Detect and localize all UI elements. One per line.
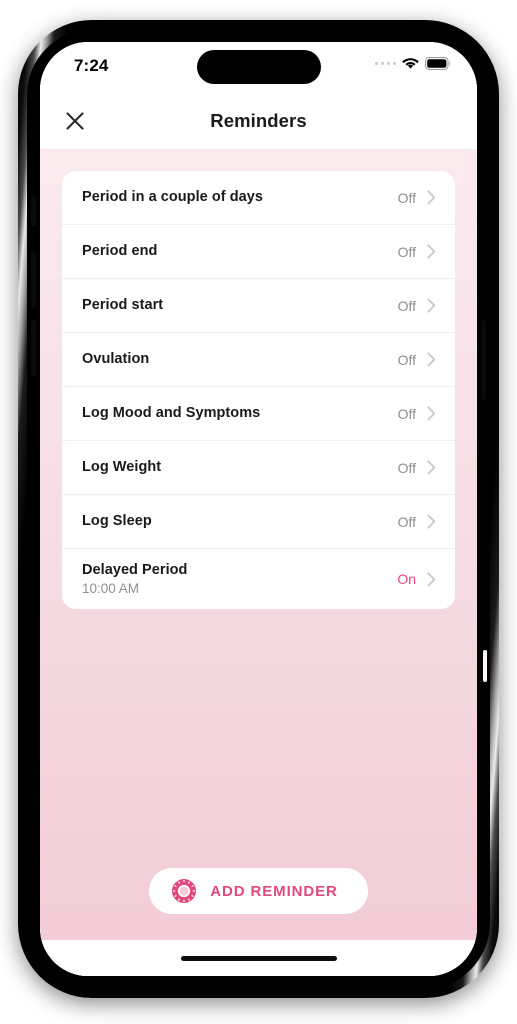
status-bar: 7:24 [40, 42, 477, 92]
add-reminder-area: ADD REMINDER [62, 868, 455, 940]
reminder-texts: Period in a couple of days [82, 188, 398, 206]
reminder-status: Off [397, 513, 416, 530]
status-bar-indicators [374, 57, 452, 70]
reminder-label: Log Weight [82, 459, 162, 476]
add-reminder-label: ADD REMINDER [210, 882, 338, 900]
reminder-right: Off [398, 190, 436, 206]
close-button[interactable] [56, 102, 94, 140]
reminder-row[interactable]: Period in a couple of days Off [62, 171, 455, 225]
reminder-status: Off [397, 189, 416, 206]
battery-full-icon [425, 57, 451, 70]
reminder-right: Off [398, 244, 436, 260]
home-indicator[interactable] [180, 955, 337, 961]
reminder-label: Log Sleep [82, 513, 152, 530]
chevron-right-icon [427, 571, 436, 587]
phone-frame: 7:24 Reminders Period in a couple of day… [18, 20, 499, 998]
reminder-texts: Delayed Period 10:00 AM [82, 561, 397, 598]
nav-bar: Reminders [40, 92, 477, 149]
reminder-label: Delayed Period [82, 561, 188, 578]
reminders-list: Period in a couple of days Off Period end O… [62, 171, 455, 609]
reminder-status: Off [397, 351, 416, 368]
reminder-label: Period start [82, 297, 164, 314]
reminder-label: Period in a couple of days [82, 189, 263, 206]
close-icon [66, 111, 84, 130]
reminder-row[interactable]: Log Weight Off [62, 441, 455, 495]
reminder-right: Off [398, 298, 436, 314]
volume-down-button[interactable] [31, 320, 36, 376]
reminder-texts: Period end [82, 242, 398, 260]
reminder-right: On [397, 571, 436, 587]
reminder-texts: Ovulation [82, 350, 398, 368]
volume-up-button[interactable] [31, 252, 36, 308]
chevron-right-icon [427, 460, 436, 475]
reminder-status: Off [397, 459, 416, 476]
reminder-status: Off [397, 243, 416, 260]
reminder-right: Off [398, 514, 436, 530]
reminder-texts: Log Sleep [82, 512, 398, 530]
chevron-right-icon [427, 298, 436, 313]
reminder-status: On [397, 571, 416, 587]
reminders-app: 7:24 Reminders Period in a couple of day… [40, 42, 477, 976]
reminder-status: Off [397, 297, 416, 314]
reminder-texts: Period start [82, 296, 398, 314]
signal-dots-icon [374, 61, 396, 66]
reminder-row[interactable]: Period start Off [62, 279, 455, 333]
chevron-right-icon [427, 244, 436, 259]
reminder-label: Ovulation [82, 351, 150, 368]
home-indicator-area [40, 940, 477, 976]
dynamic-island [196, 50, 321, 84]
reminder-row[interactable]: Period end Off [62, 225, 455, 279]
phone-screen: 7:24 Reminders Period in a couple of day… [40, 42, 477, 976]
reminder-texts: Log Weight [82, 458, 398, 476]
wifi-icon [402, 58, 419, 69]
chevron-right-icon [427, 352, 436, 367]
reminder-label: Log Mood and Symptoms [82, 405, 261, 422]
add-reminder-button[interactable]: ADD REMINDER [149, 868, 368, 914]
status-bar-time: 7:24 [74, 56, 109, 75]
reminder-texts: Log Mood and Symptoms [82, 404, 398, 422]
reminder-right: Off [398, 406, 436, 422]
chevron-right-icon [427, 514, 436, 529]
power-button-highlight [483, 650, 487, 682]
reminder-status: Off [397, 405, 416, 422]
chevron-right-icon [427, 406, 436, 421]
page-title: Reminders [210, 109, 307, 131]
clock-dial-icon [172, 879, 197, 903]
reminder-row[interactable]: Ovulation Off [62, 333, 455, 387]
reminder-row[interactable]: Log Sleep Off [62, 495, 455, 549]
reminder-label: Period end [82, 243, 158, 260]
power-button[interactable] [481, 320, 487, 682]
reminder-row[interactable]: Log Mood and Symptoms Off [62, 387, 455, 441]
chevron-right-icon [427, 190, 436, 205]
reminder-subtitle: 10:00 AM [82, 580, 140, 596]
silent-switch-button[interactable] [31, 196, 36, 226]
reminder-right: Off [398, 460, 436, 476]
reminders-content: Period in a couple of days Off Period end O… [40, 149, 477, 940]
reminder-row[interactable]: Delayed Period 10:00 AM On [62, 549, 455, 609]
reminder-right: Off [398, 352, 436, 368]
